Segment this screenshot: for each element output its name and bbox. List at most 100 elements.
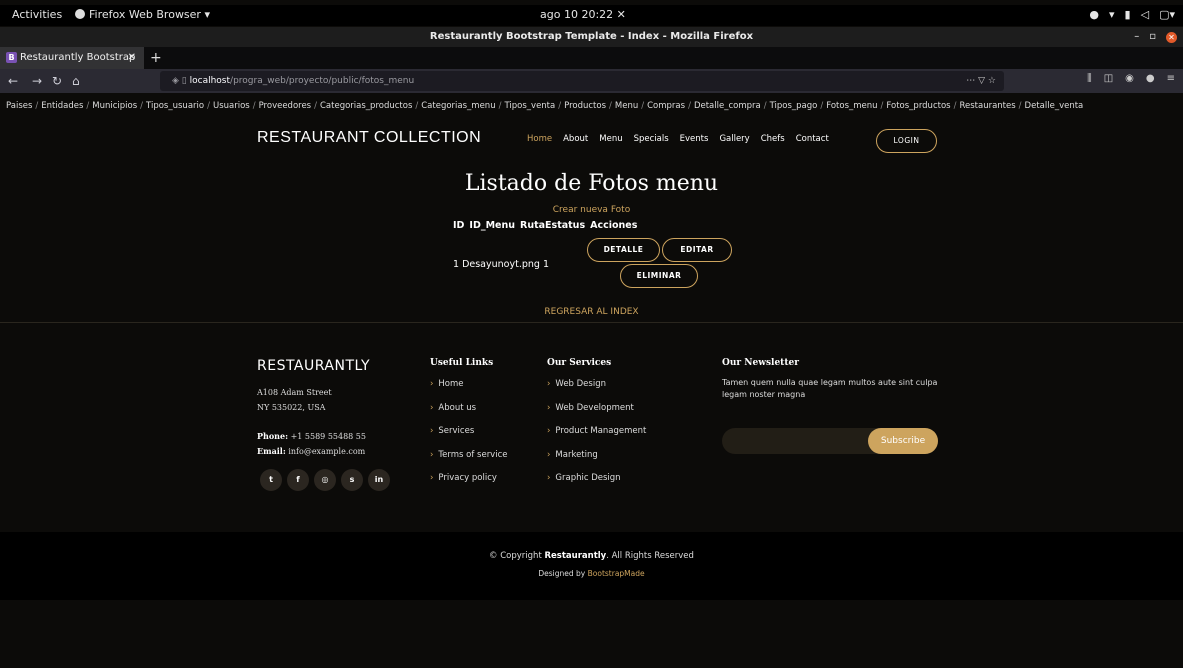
nav-events[interactable]: Events: [680, 134, 709, 144]
system-tray[interactable]: ● ▾ ▮ ◁ ▢▾: [1089, 8, 1175, 21]
phone-line: Phone: +1 5589 55488 55: [257, 429, 366, 444]
footer-link[interactable]: › Home: [430, 379, 507, 403]
service-link-label: Product Management: [555, 426, 647, 436]
menu-icon[interactable]: ≡: [1167, 73, 1175, 84]
page-bottom-space: [0, 600, 1183, 668]
back-icon[interactable]: ←: [8, 73, 18, 89]
breadcrumb-item[interactable]: Entidades: [41, 101, 83, 111]
login-button[interactable]: LOGIN: [876, 129, 937, 153]
breadcrumb-separator: /: [820, 101, 824, 111]
footer-link-label: Services: [438, 426, 475, 436]
activities-button[interactable]: Activities: [12, 8, 62, 21]
url-bar[interactable]: ◈ ▯ localhost/progra_web/proyecto/public…: [160, 71, 1004, 91]
breadcrumb-item[interactable]: Tipos_venta: [504, 101, 555, 111]
page-actions[interactable]: ⋯ ▽ ☆: [966, 71, 996, 91]
adblock-icon[interactable]: ●: [1146, 73, 1155, 84]
system-top-bar: Activities Firefox Web Browser ▾ ago 10 …: [0, 5, 1183, 26]
forward-icon[interactable]: →: [32, 73, 42, 89]
minimize-icon[interactable]: –: [1134, 27, 1139, 47]
social-links: t f ◎ s in: [260, 469, 390, 491]
breadcrumb-item[interactable]: Municipios: [92, 101, 137, 111]
designed-by-link[interactable]: BootstrapMade: [588, 569, 645, 578]
footer-link-label: Terms of service: [438, 449, 508, 460]
breadcrumb-item[interactable]: Proveedores: [259, 101, 312, 111]
nav-contact[interactable]: Contact: [796, 134, 829, 144]
breadcrumb-item[interactable]: Detalle_venta: [1025, 101, 1084, 111]
app-menu[interactable]: Firefox Web Browser ▾: [75, 8, 210, 21]
nav-about[interactable]: About: [563, 134, 588, 144]
window-title: Restaurantly Bootstrap Template - Index …: [429, 31, 754, 42]
browser-tools: ⫼ ◫ ◉ ● ≡: [1087, 73, 1175, 84]
breadcrumb-separator: /: [86, 101, 90, 111]
tab-close-icon[interactable]: ✕: [128, 47, 136, 69]
nav-specials[interactable]: Specials: [634, 134, 669, 144]
account-icon[interactable]: ◉: [1125, 73, 1134, 84]
tab-active[interactable]: B Restaurantly Bootstrap ✕: [0, 47, 144, 69]
instagram-icon[interactable]: ◎: [314, 469, 336, 491]
nav-home[interactable]: Home: [527, 134, 552, 144]
breadcrumb-separator: /: [252, 101, 256, 111]
breadcrumb-separator: /: [207, 101, 210, 111]
email-label: Email:: [257, 446, 286, 456]
clock[interactable]: ago 10 20:22 ✕: [540, 8, 626, 21]
library-icon[interactable]: ⫼: [1087, 73, 1092, 84]
breadcrumb-item[interactable]: Restaurantes: [959, 101, 1015, 111]
window-controls: – ▫ ✕: [1134, 27, 1177, 47]
footer-link[interactable]: › Terms of service: [430, 450, 507, 474]
close-window-icon[interactable]: ✕: [1166, 31, 1177, 43]
footer-link[interactable]: › Services: [430, 426, 507, 450]
service-link[interactable]: › Product Management: [547, 426, 646, 450]
create-photo-link: Crear nueva Foto: [0, 205, 1183, 215]
power-icon: ▢▾: [1159, 8, 1175, 21]
breadcrumb-item[interactable]: Fotos_prductos: [886, 101, 950, 111]
service-link[interactable]: › Web Design: [547, 379, 646, 403]
breadcrumb-item[interactable]: Productos: [564, 101, 606, 111]
breadcrumb-item[interactable]: Paises: [6, 101, 32, 111]
facebook-icon[interactable]: f: [287, 469, 309, 491]
breadcrumb-item[interactable]: Fotos_menu: [826, 101, 877, 111]
maximize-icon[interactable]: ▫: [1149, 27, 1156, 47]
service-link[interactable]: › Marketing: [547, 450, 646, 474]
newsletter-email-input[interactable]: [732, 428, 872, 454]
twitter-icon[interactable]: t: [260, 469, 282, 491]
skype-icon[interactable]: s: [341, 469, 363, 491]
sidebar-icon[interactable]: ◫: [1104, 73, 1113, 84]
footer-link[interactable]: › About us: [430, 403, 507, 427]
breadcrumb-item[interactable]: Categorias_productos: [320, 101, 412, 111]
linkedin-icon[interactable]: in: [368, 469, 390, 491]
site-brand[interactable]: RESTAURANT COLLECTION: [257, 129, 481, 147]
breadcrumb-item[interactable]: Tipos_pago: [770, 101, 818, 111]
breadcrumb-item[interactable]: Tipos_usuario: [146, 101, 204, 111]
tab-strip: B Restaurantly Bootstrap ✕ +: [0, 47, 1183, 69]
nav-menu[interactable]: Menu: [599, 134, 622, 144]
delete-button[interactable]: ELIMINAR: [620, 264, 698, 288]
home-icon[interactable]: ⌂: [72, 73, 80, 89]
email-line: Email: info@example.com: [257, 444, 366, 459]
back-to-index-link[interactable]: REGRESAR AL INDEX: [544, 307, 638, 317]
breadcrumb-item[interactable]: Detalle_compra: [694, 101, 761, 111]
service-link[interactable]: › Graphic Design: [547, 473, 646, 497]
subscribe-button[interactable]: Subscribe: [868, 428, 938, 454]
create-photo-link-text[interactable]: Crear nueva Foto: [553, 205, 630, 215]
nav-gallery[interactable]: Gallery: [719, 134, 749, 144]
breadcrumb-item[interactable]: Menu: [615, 101, 638, 111]
page-title: Listado de Fotos menu: [464, 171, 719, 196]
footer-link[interactable]: › Privacy policy: [430, 473, 507, 497]
footer-link-label: Home: [438, 379, 464, 389]
edit-button[interactable]: EDITAR: [662, 238, 732, 262]
reload-icon[interactable]: ↻: [52, 73, 62, 89]
breadcrumb-separator: /: [1018, 101, 1022, 111]
breadcrumb-item[interactable]: Categorias_menu: [421, 101, 495, 111]
newsletter-title: Our Newsletter: [722, 358, 799, 368]
battery-icon: ▮: [1124, 8, 1131, 21]
breadcrumb-item[interactable]: Compras: [647, 101, 685, 111]
window-titlebar[interactable]: Restaurantly Bootstrap Template - Index …: [0, 27, 1183, 47]
url-path: /progra_web/proyecto/public/fotos_menu: [230, 76, 415, 86]
service-link[interactable]: › Web Development: [547, 403, 646, 427]
breadcrumb-item[interactable]: Usuarios: [213, 101, 250, 111]
nav-chefs[interactable]: Chefs: [761, 134, 785, 144]
breadcrumb-separator: /: [641, 101, 645, 111]
page-content: Paises / Entidades / Municipios / Tipos_usuari…: [0, 93, 1183, 668]
new-tab-button[interactable]: +: [150, 47, 162, 69]
detail-button[interactable]: DETALLE: [587, 238, 660, 262]
